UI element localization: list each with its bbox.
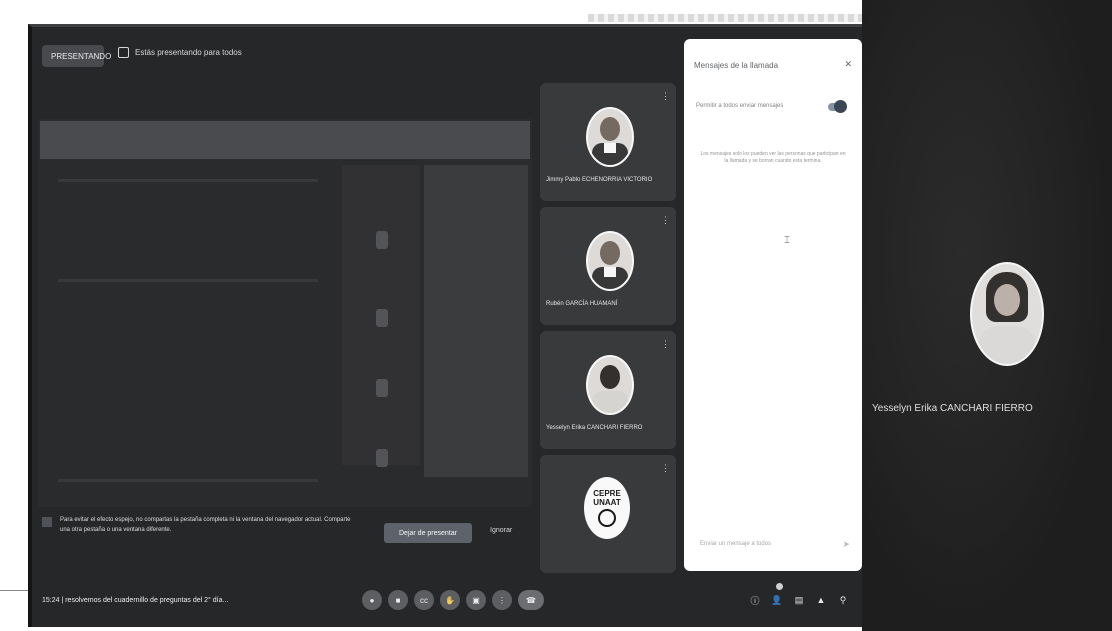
presenting-message-text: Estás presentando para todos [135, 48, 242, 57]
lock-icon[interactable]: ⚲ [838, 595, 848, 605]
participant-tile[interactable]: ⋮ CEPRE UNAAT [540, 455, 676, 573]
spotlight-name: Yesselyn Erika CANCHARI FIERRO [872, 403, 1033, 414]
captions-icon[interactable]: cc [414, 590, 434, 610]
topstrip [588, 14, 868, 22]
presenting-message: Estás presentando para todos [118, 47, 242, 58]
mirrored-tile [376, 231, 388, 249]
participant-name: Yesselyn Erika CANCHARI FIERRO [546, 425, 643, 431]
activities-icon[interactable]: ▲ [816, 595, 826, 605]
people-icon[interactable]: 👤 [771, 595, 782, 605]
participant-tile[interactable]: ⋮ Jimmy Pablo ECHENORRIA VICTORIO [540, 83, 676, 201]
mirrored-line [58, 479, 318, 482]
participant-name: Rubén GARCÍA HUAMANÍ [546, 301, 618, 307]
mouse-cursor-icon: ⌶ [784, 235, 790, 246]
shared-screen-view [38, 119, 532, 507]
mirrored-line [58, 179, 318, 182]
people-count-badge [776, 583, 783, 590]
tile-more-icon[interactable]: ⋮ [661, 463, 670, 474]
avatar [586, 355, 634, 415]
presenting-label: PRESENTANDO [51, 51, 112, 61]
shared-side-panel [424, 165, 528, 477]
spotlight-avatar [970, 262, 1044, 366]
chat-toggle-label: Permitir a todos enviar mensajes [696, 103, 784, 109]
stop-presenting-button[interactable]: Dejar de presentar [384, 523, 472, 543]
present-icon[interactable]: ▣ [466, 590, 486, 610]
tile-more-icon[interactable]: ⋮ [661, 215, 670, 226]
cepre-logo: CEPRE UNAAT [584, 477, 630, 539]
ignore-button[interactable]: Ignorar [490, 527, 512, 534]
mic-icon[interactable]: ● [362, 590, 382, 610]
mirrored-tile [376, 309, 388, 327]
chat-title: Mensajes de la llamada [694, 61, 779, 70]
avatar [586, 231, 634, 291]
info-icon[interactable]: ⓘ [750, 595, 760, 606]
mirrored-line [58, 279, 318, 282]
shared-header-band [40, 121, 530, 159]
presenting-button[interactable]: PRESENTANDO [42, 45, 111, 67]
bottom-toolbar: 15:24 | resolvemos del cuadernillo de pr… [32, 575, 872, 627]
meet-window: PRESENTANDO Estás presentando para todos… [28, 24, 872, 627]
avatar [586, 107, 634, 167]
chat-input[interactable]: Enviar un mensaje a todos [700, 541, 771, 547]
participant-tile[interactable]: ⋮ Rubén GARCÍA HUAMANÍ [540, 207, 676, 325]
warning-icon [42, 517, 52, 527]
chat-info-text: Los mensajes solo los pueden ver las per… [700, 151, 846, 164]
mirror-warning-bar: Para evitar el efecto espejo, no compart… [42, 513, 532, 553]
send-icon[interactable]: ➤ [842, 539, 850, 550]
close-icon[interactable]: ✕ [844, 59, 852, 70]
mirrored-tile [376, 379, 388, 397]
chat-panel: Mensajes de la llamada ✕ Permitir a todo… [684, 39, 862, 571]
participant-tile[interactable]: ⋮ Yesselyn Erika CANCHARI FIERRO [540, 331, 676, 449]
tile-more-icon[interactable]: ⋮ [661, 91, 670, 102]
more-icon[interactable]: ⋮ [492, 590, 512, 610]
mirrored-tile [376, 449, 388, 467]
participant-name: Jimmy Pablo ECHENORRIA VICTORIO [546, 177, 653, 183]
warning-text: Para evitar el efecto espejo, no compart… [60, 517, 351, 533]
chat-permission-toggle[interactable] [828, 100, 847, 113]
chat-icon[interactable]: ▤ [794, 595, 804, 605]
camera-icon[interactable]: ■ [388, 590, 408, 610]
raise-hand-icon[interactable]: ✋ [440, 590, 460, 610]
screen-share-icon [118, 47, 129, 58]
meeting-time-and-title: 15:24 | resolvemos del cuadernillo de pr… [42, 597, 229, 604]
tile-more-icon[interactable]: ⋮ [661, 339, 670, 350]
end-call-icon[interactable]: ☎ [518, 590, 544, 610]
